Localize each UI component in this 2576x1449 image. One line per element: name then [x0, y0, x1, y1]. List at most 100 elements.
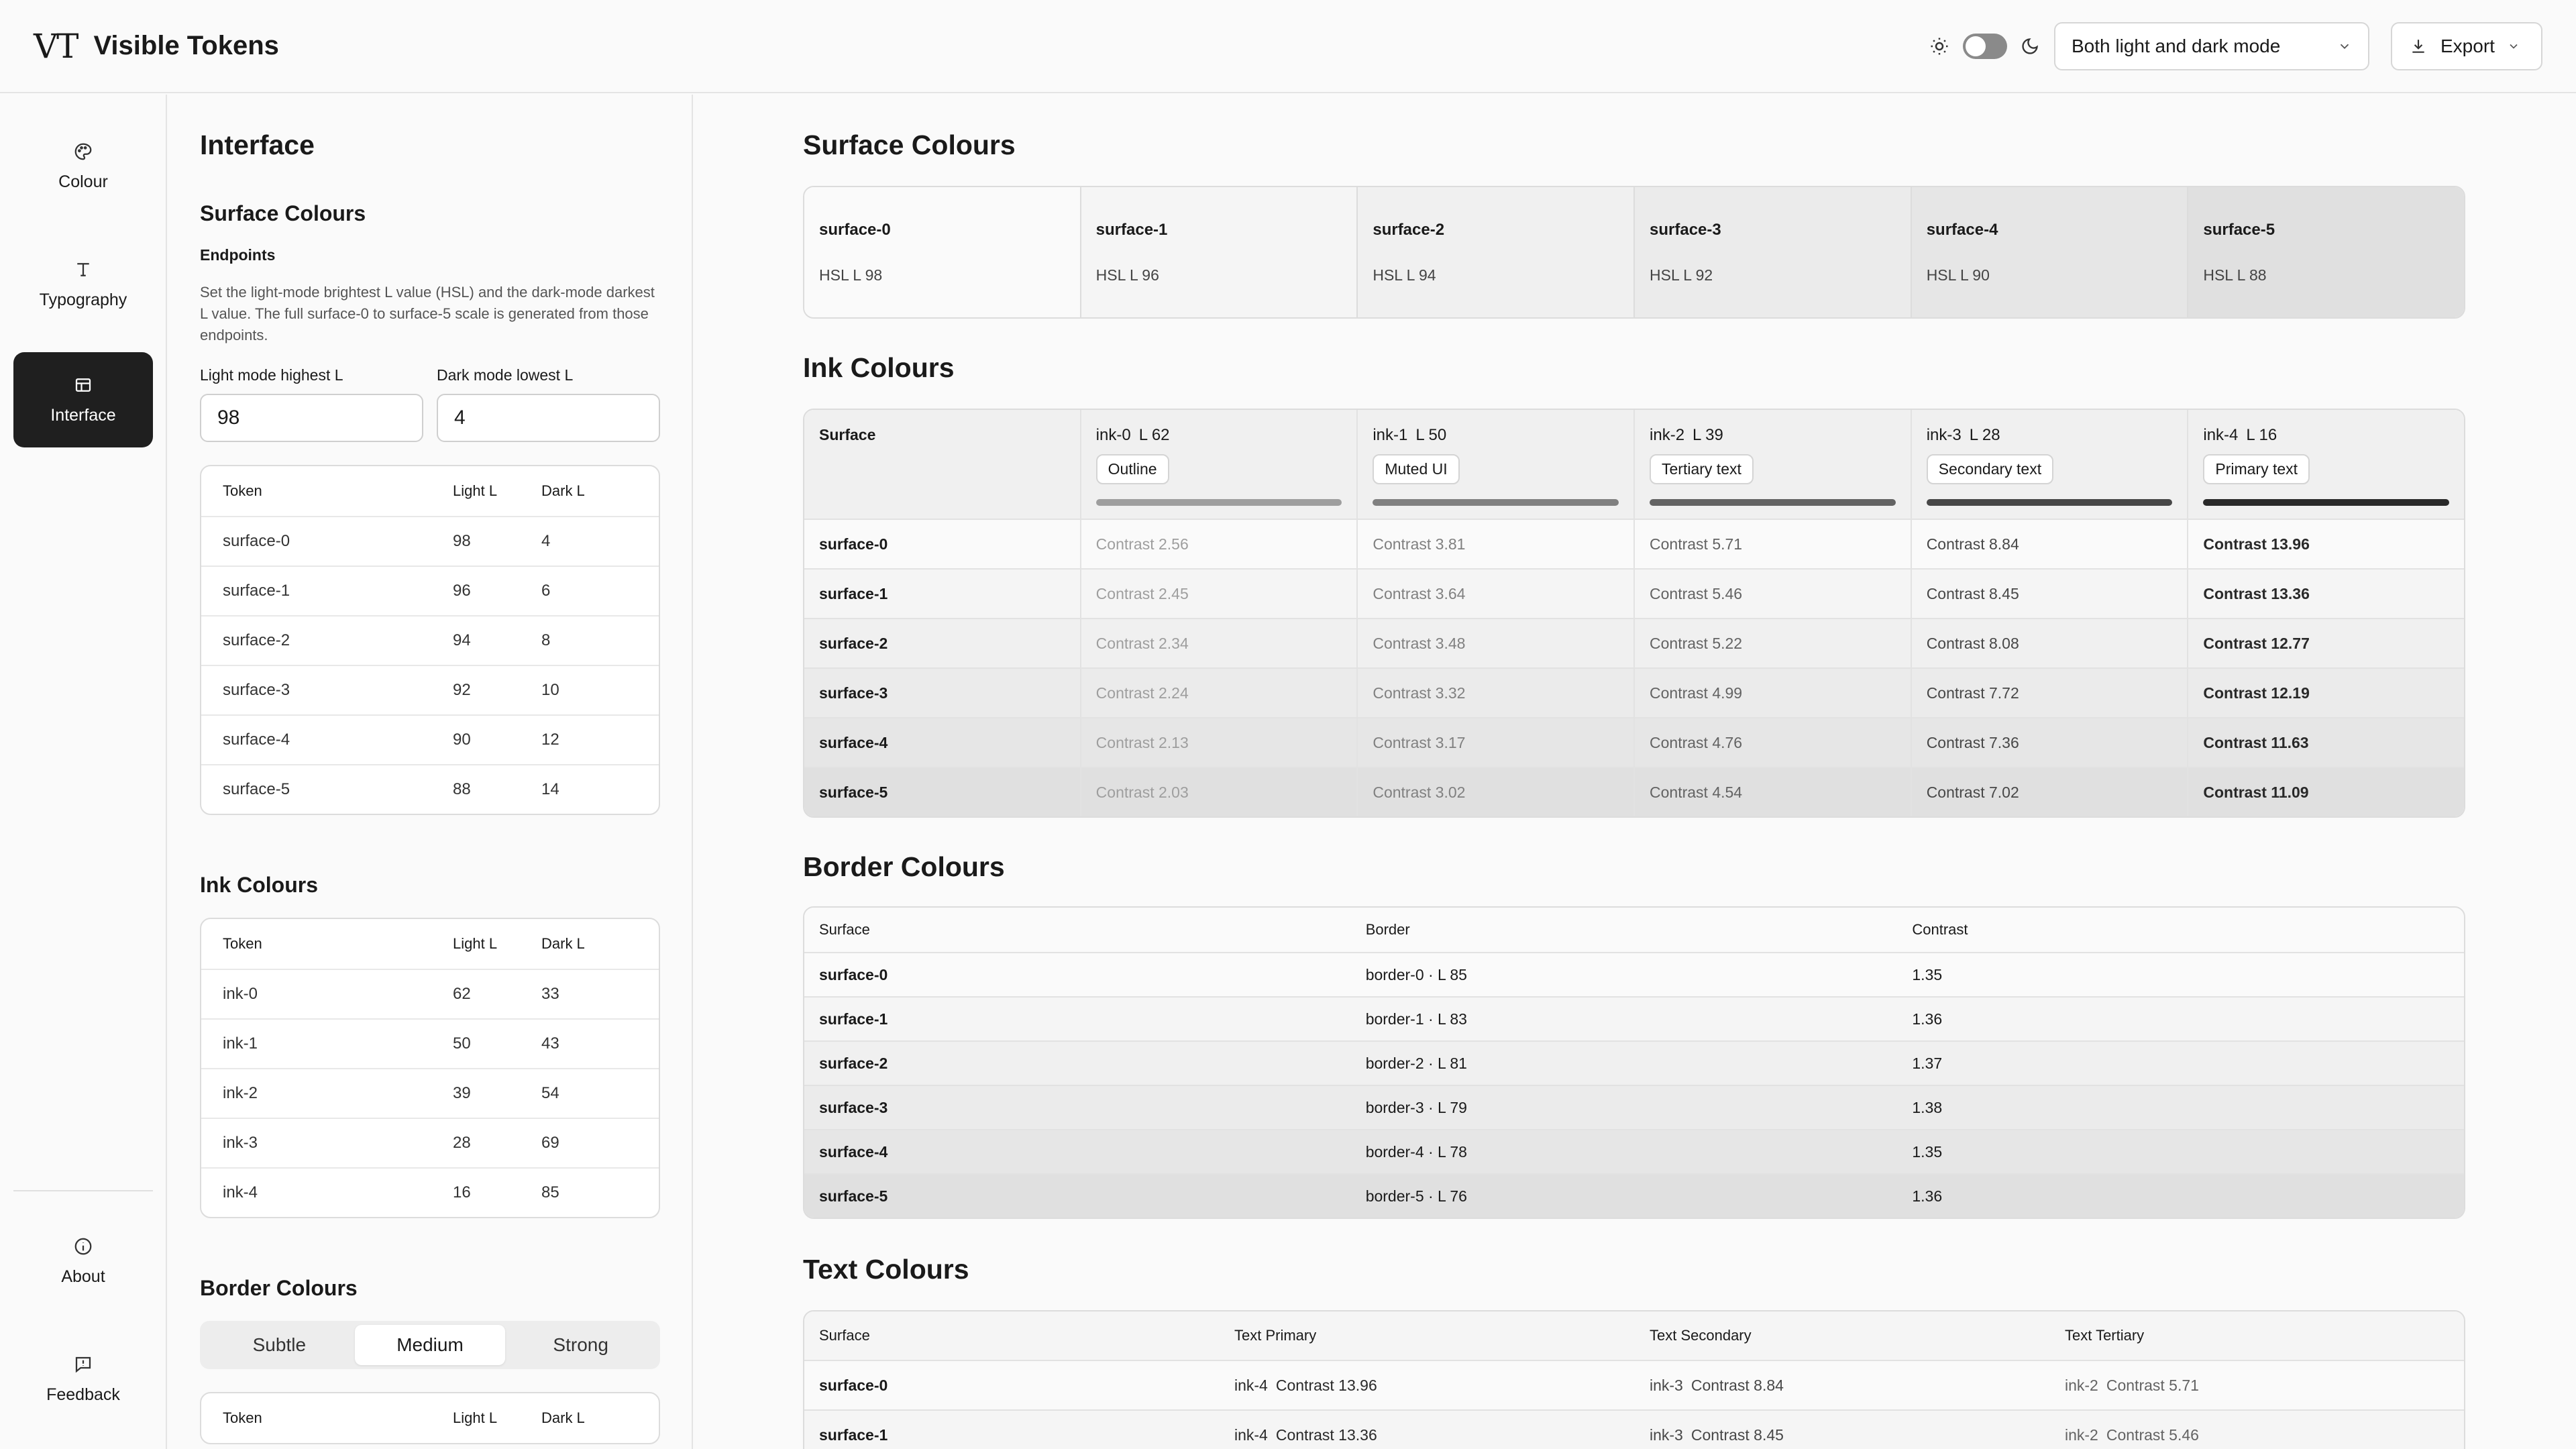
nav-item-typography[interactable]: Typography	[13, 237, 153, 332]
contrast-cell: Contrast 11.63	[2187, 718, 2464, 767]
table-header: Token Light L Dark L	[201, 466, 659, 516]
surface-swatches: surface-0 HSL L 98 surface-1 HSL L 96 surfac…	[804, 187, 2464, 317]
ink-role-badge: Primary text	[2203, 454, 2310, 484]
table-cell: 4	[541, 532, 551, 550]
table-header: Token Light L Dark L	[201, 919, 659, 969]
ink-lightness: L 28	[1969, 426, 2000, 444]
column-header: Dark L	[541, 482, 585, 499]
ink-token: ink-2	[1650, 426, 1685, 444]
column-header: Token	[223, 482, 262, 499]
theme-toggle[interactable]	[1963, 33, 2007, 59]
table-cell: 62	[453, 985, 471, 1003]
surface-swatch[interactable]: surface-0 HSL L 98	[804, 187, 1080, 317]
border-token-table: Token Light L Dark L	[200, 1392, 660, 1444]
column-header: Light L	[453, 1409, 498, 1426]
column-header: Dark L	[541, 935, 585, 952]
contrast-cell: Contrast 2.56	[1079, 520, 1357, 568]
light-input-label: Light mode highest L	[200, 366, 343, 384]
contrast-cell: Contrast 13.96	[2187, 520, 2464, 568]
table-cell: ink-4	[223, 1183, 258, 1201]
table-cell: 33	[541, 985, 559, 1003]
ink-column-header: ink-2 L 39 Tertiary text	[1633, 410, 1911, 519]
column-header: Dark L	[541, 1409, 585, 1426]
layout-icon	[75, 378, 91, 392]
table-cell: border-4 · L 78	[1365, 1142, 1467, 1161]
ink-column-header: ink-0 L 62 Outline	[1079, 410, 1357, 519]
ink-colours-title: Ink Colours	[803, 352, 955, 383]
contrast-cell: Contrast 12.77	[2187, 619, 2464, 667]
ink-token: ink-3	[1650, 1426, 1683, 1444]
contrast-cell: Contrast 5.22	[1633, 619, 1911, 667]
table-cell: 69	[541, 1134, 559, 1152]
table-cell: surface-1	[819, 1010, 888, 1028]
dark-l-input[interactable]: 4	[437, 394, 660, 442]
table-row: surface-4 90 12	[201, 714, 659, 764]
column-header: Text Secondary	[1650, 1327, 1752, 1344]
surface-swatch[interactable]: surface-2 HSL L 94	[1356, 187, 1634, 317]
text-contrast-cell: ink-2 Contrast 5.46	[2050, 1426, 2464, 1444]
nav-label: Interface	[50, 405, 116, 425]
segment-subtle[interactable]: Subtle	[204, 1325, 355, 1365]
segment-strong[interactable]: Strong	[505, 1325, 656, 1365]
contrast-cell: Contrast 13.36	[2187, 570, 2464, 618]
table-row: surface-3 92 10	[201, 665, 659, 714]
ink-token: ink-1	[1373, 426, 1408, 444]
contrast-cell: Contrast 8.45	[1910, 570, 2188, 618]
surface-swatch[interactable]: surface-4 HSL L 90	[1910, 187, 2188, 317]
light-endpoint: Light mode highest L 98	[200, 366, 423, 442]
table-cell: 85	[541, 1183, 559, 1201]
border-row: surface-4 border-4 · L 78 1.35	[804, 1129, 2464, 1173]
table-cell: surface-3	[223, 681, 290, 699]
row-surface-label: surface-0	[819, 535, 888, 553]
light-l-input[interactable]: 98	[200, 394, 423, 442]
table-cell: surface-4	[819, 1142, 888, 1161]
surface-swatch[interactable]: surface-1 HSL L 96	[1079, 187, 1357, 317]
border-strength-segmented: Subtle Medium Strong	[200, 1321, 660, 1369]
table-cell: 1.38	[1912, 1098, 1943, 1116]
feedback-icon	[75, 1356, 91, 1373]
contrast-cell: Contrast 7.02	[1910, 768, 2188, 816]
table-row: ink-1 50 43	[201, 1018, 659, 1068]
nav-item-interface[interactable]: Interface	[13, 352, 153, 447]
swatch-name: surface-5	[2203, 221, 2275, 239]
contrast-cell: Contrast 5.71	[1633, 520, 1911, 568]
ink-lightness: L 50	[1415, 426, 1447, 444]
swatch-name: surface-0	[819, 221, 891, 239]
surface-swatch[interactable]: surface-3 HSL L 92	[1633, 187, 1911, 317]
column-header: Surface	[819, 921, 870, 938]
table-cell: border-5 · L 76	[1365, 1187, 1467, 1205]
contrast-cell: Contrast 8.08	[1910, 619, 2188, 667]
border-header-row: Surface Border Contrast	[804, 908, 2464, 952]
ink-name: ink-4 L 16	[2203, 426, 2277, 445]
table-cell: ink-2	[223, 1084, 258, 1102]
mode-select[interactable]: Both light and dark mode	[2054, 21, 2369, 70]
table-row: ink-4 16 85	[201, 1167, 659, 1217]
app-logo: VT	[34, 26, 78, 66]
sun-icon	[1931, 38, 1948, 54]
contrast-cell: Contrast 3.64	[1356, 570, 1633, 618]
table-row: surface-5 88 14	[201, 764, 659, 814]
table-row: ink-0 62 33	[201, 969, 659, 1018]
table-cell: 96	[453, 582, 471, 600]
nav-item-about[interactable]: About	[13, 1214, 153, 1309]
nav-item-colour[interactable]: Colour	[13, 119, 153, 214]
contrast-cell: Contrast 5.46	[1633, 570, 1911, 618]
table-row: surface-2 94 8	[201, 615, 659, 665]
contrast-cell: Contrast 4.99	[1633, 669, 1911, 717]
surface-swatch[interactable]: surface-5 HSL L 88	[2187, 187, 2464, 317]
table-cell: 88	[453, 780, 471, 798]
settings-panel: Interface Surface Colours Endpoints Set …	[168, 95, 693, 1449]
table-cell: 98	[453, 532, 471, 550]
contrast-cell: Contrast 3.17	[1356, 718, 1633, 767]
ink-token: ink-0	[1095, 426, 1131, 444]
moon-icon	[2022, 38, 2038, 54]
corner-label: Surface	[819, 426, 876, 443]
table-cell: ink-1	[223, 1034, 258, 1053]
ink-name: ink-0 L 62	[1096, 426, 1170, 445]
text-header-row: Surface Text Primary Text Secondary Text Te…	[804, 1311, 2464, 1360]
ink-column-header: ink-3 L 28 Secondary text	[1910, 410, 2188, 519]
export-button[interactable]: Export	[2391, 21, 2542, 70]
nav-item-feedback[interactable]: Feedback	[13, 1332, 153, 1427]
segment-medium[interactable]: Medium	[354, 1325, 506, 1365]
table-cell: 92	[453, 681, 471, 699]
